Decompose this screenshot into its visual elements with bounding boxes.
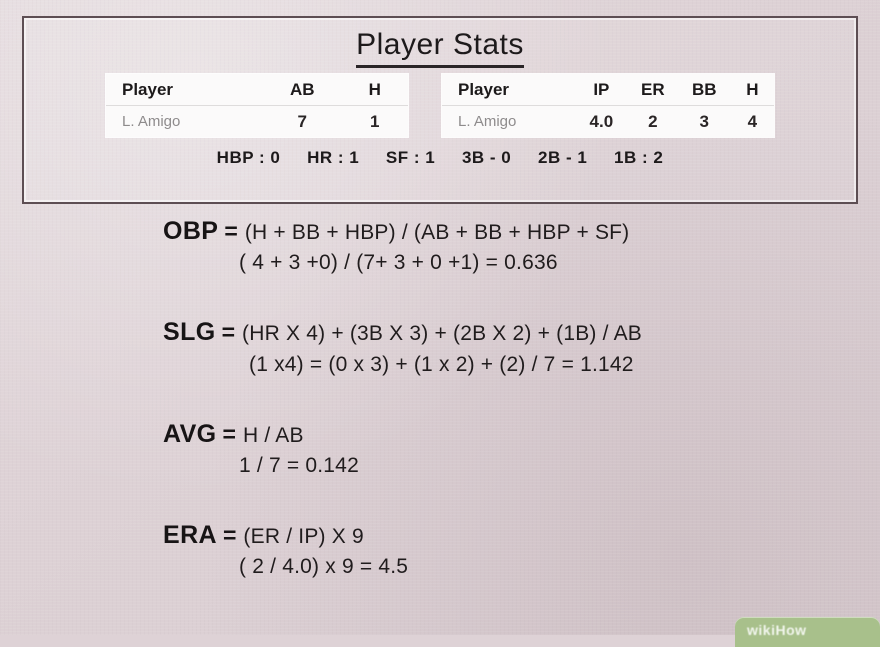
formula-avg-equals: = xyxy=(222,420,236,447)
formula-obp-label: OBP xyxy=(163,217,219,245)
formula-avg: AVG = H / AB 1 / 7 = 0.142 xyxy=(0,419,880,478)
cell-player-name: L. Amigo xyxy=(458,113,517,130)
formula-obp: OBP = (H + BB + HBP) / (AB + BB + HBP + SF… xyxy=(0,218,880,275)
formula-obp-definition: OBP = (H + BB + HBP) / (AB + BB + HBP + SF… xyxy=(163,218,880,244)
formula-era-expression: (ER / IP) X 9 xyxy=(243,524,364,548)
formulas-section: OBP = (H + BB + HBP) / (AB + BB + HBP + SF… xyxy=(0,218,880,609)
formula-obp-calculation: ( 4 + 3 +0) / (7+ 3 + 0 +1) = 0.636 xyxy=(239,251,558,275)
formula-avg-label: AVG xyxy=(163,419,217,448)
column-header-h: H xyxy=(341,74,408,106)
panel-title: Player Stats xyxy=(24,28,856,68)
formula-era: ERA = (ER / IP) X 9 ( 2 / 4.0) x 9 = 4.5 xyxy=(0,522,880,579)
cell-er: 2 xyxy=(648,112,658,131)
cell-player-name: L. Amigo xyxy=(122,113,181,130)
extra-stats-line: HBP : 0 HR : 1 SF : 1 3B - 0 2B - 1 1B :… xyxy=(24,148,856,168)
formula-avg-definition: AVG = H / AB xyxy=(163,419,880,448)
column-header-bb: BB xyxy=(677,74,731,106)
extra-stat-3b: 3B - 0 xyxy=(461,148,512,167)
extra-stat-1b: 1B : 2 xyxy=(614,148,664,167)
formula-slg-label: SLG xyxy=(163,318,216,347)
column-header-ip: IP xyxy=(574,74,628,106)
formula-obp-expression: (H + BB + HBP) / (AB + BB + HBP + SF) xyxy=(244,221,630,244)
formula-era-calculation: ( 2 / 4.0) x 9 = 4.5 xyxy=(239,555,409,578)
column-header-player: Player xyxy=(442,74,575,106)
extra-stat-hbp: HBP : 0 xyxy=(216,148,281,167)
formula-slg: SLG = (HR X 4) + (3B X 3) + (2B X 2) + (1B… xyxy=(0,319,880,376)
cell-ab: 7 xyxy=(297,112,308,131)
table-row: L. Amigo 4.0 2 3 4 xyxy=(442,106,774,138)
formula-slg-calculation: (1 x4) = (0 x 3) + (1 x 2) + (2) / 7 = 1… xyxy=(249,352,634,376)
formula-era-equals: = xyxy=(222,521,237,548)
column-header-er: ER xyxy=(627,74,678,106)
watermark-text: wikiHow xyxy=(747,622,807,638)
cell-h: 4 xyxy=(747,112,758,131)
extra-stat-2b: 2B - 1 xyxy=(537,148,588,167)
formula-slg-definition: SLG = (HR X 4) + (3B X 3) + (2B X 2) + (1B… xyxy=(163,319,880,345)
cell-ip: 4.0 xyxy=(589,112,614,131)
table-row: L. Amigo 7 1 xyxy=(106,106,408,138)
extra-stat-hr: HR : 1 xyxy=(307,148,360,167)
cell-bb: 3 xyxy=(699,112,709,131)
formula-obp-equals: = xyxy=(224,218,238,244)
panel-title-text: Player Stats xyxy=(356,28,524,68)
wikihow-watermark-banner: wikiHow xyxy=(735,617,880,647)
formula-slg-expression: (HR X 4) + (3B X 3) + (2B X 2) + (1B) / … xyxy=(242,322,642,346)
column-header-ab: AB xyxy=(263,74,342,106)
formula-avg-expression: H / AB xyxy=(242,423,304,447)
batting-stats-table: Player AB H L. Amigo 7 1 xyxy=(106,74,408,137)
player-stats-panel: Player Stats Player AB H L. Amigo 7 1 Pl… xyxy=(22,16,858,204)
column-header-h: H xyxy=(730,74,774,106)
formula-avg-calculation: 1 / 7 = 0.142 xyxy=(239,453,359,477)
formula-era-label: ERA xyxy=(163,520,217,549)
stat-tables-row: Player AB H L. Amigo 7 1 Player IP ER BB… xyxy=(24,74,856,137)
formula-slg-equals: = xyxy=(221,319,236,346)
table-header-row: Player IP ER BB H xyxy=(442,74,774,106)
table-header-row: Player AB H xyxy=(106,74,408,106)
column-header-player: Player xyxy=(106,74,264,106)
extra-stat-sf: SF : 1 xyxy=(385,148,436,167)
formula-era-definition: ERA = (ER / IP) X 9 xyxy=(163,522,880,548)
cell-h: 1 xyxy=(370,112,380,131)
pitching-stats-table: Player IP ER BB H L. Amigo 4.0 2 3 4 xyxy=(442,74,774,137)
